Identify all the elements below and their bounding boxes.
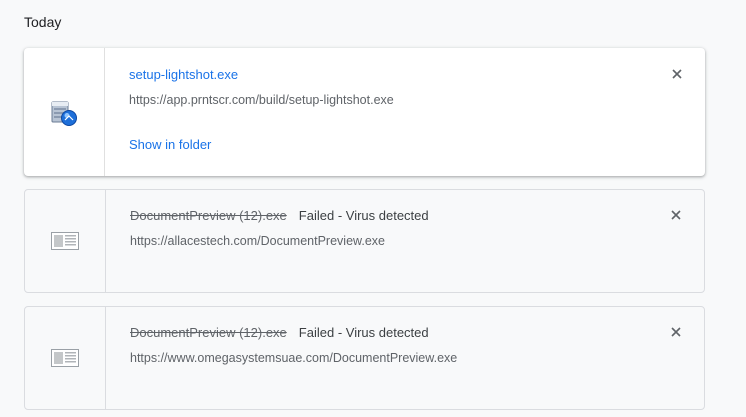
download-item: setup-lightshot.exe https://app.prntscr.… (24, 48, 705, 176)
source-url[interactable]: https://app.prntscr.com/build/setup-ligh… (129, 93, 394, 107)
source-url[interactable]: https://www.omegasystemsuae.com/Document… (130, 351, 457, 365)
file-name: DocumentPreview (12).exe (130, 208, 287, 223)
show-in-folder-link[interactable]: Show in folder (129, 137, 211, 152)
remove-download-button[interactable] (669, 66, 685, 82)
download-status: Failed - Virus detected (298, 325, 429, 340)
close-icon (672, 69, 682, 79)
file-icon-column (25, 307, 106, 409)
file-name-link[interactable]: setup-lightshot.exe (129, 67, 238, 82)
download-details: DocumentPreview (12).exe Failed - Virus … (106, 190, 704, 292)
download-item: DocumentPreview (12).exe Failed - Virus … (24, 306, 705, 410)
generic-file-icon (51, 349, 79, 367)
remove-download-button[interactable] (668, 324, 684, 340)
title-row: DocumentPreview (12).exe Failed - Virus … (130, 325, 429, 340)
download-details: setup-lightshot.exe https://app.prntscr.… (105, 48, 705, 176)
source-url[interactable]: https://allacestech.com/DocumentPreview.… (130, 234, 385, 248)
download-details: DocumentPreview (12).exe Failed - Virus … (106, 307, 704, 409)
date-heading: Today (24, 14, 62, 30)
title-row: DocumentPreview (12).exe Failed - Virus … (130, 208, 429, 223)
file-icon-column (25, 190, 106, 292)
remove-download-button[interactable] (668, 207, 684, 223)
file-icon-column (24, 48, 105, 176)
file-name: DocumentPreview (12).exe (130, 325, 287, 340)
installer-icon (51, 101, 77, 126)
generic-file-icon (51, 232, 79, 250)
close-icon (671, 327, 681, 337)
close-icon (671, 210, 681, 220)
download-item: DocumentPreview (12).exe Failed - Virus … (24, 189, 705, 293)
title-row: setup-lightshot.exe (129, 67, 238, 82)
download-status: Failed - Virus detected (298, 208, 429, 223)
